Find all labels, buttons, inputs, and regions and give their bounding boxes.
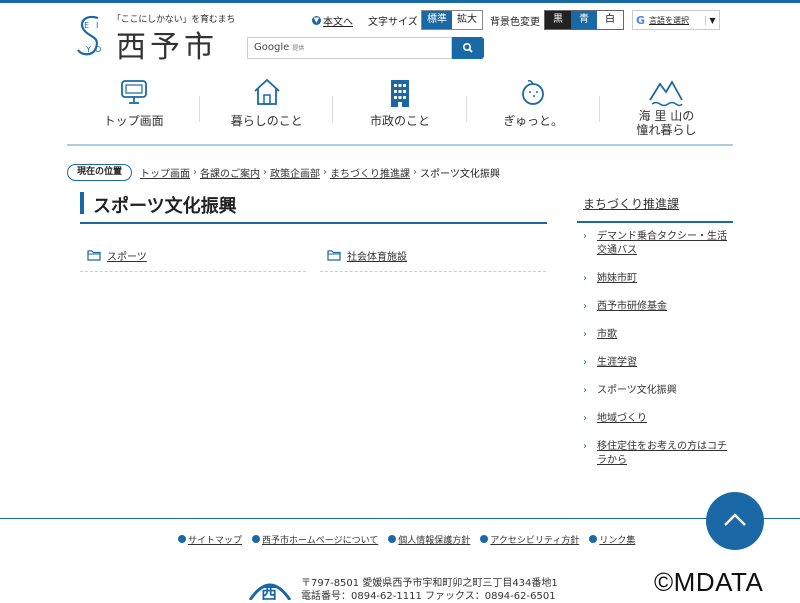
chevron-right-icon: › [583, 329, 587, 340]
sidebar-item-demand-taxi[interactable]: › デマンド乗合タクシー・生活交通バス [583, 230, 733, 258]
global-nav: トップ画面 暮らしのこと 市政のこと ぎゅっと。 海 里 山の 憧れ暮らし [67, 72, 733, 146]
svg-text:E: E [84, 21, 89, 30]
fruit-icon [522, 80, 545, 105]
search-input[interactable]: Google 提供 [247, 37, 452, 59]
site-logo[interactable]: E I Y O 「ここにしかない」を育むまち 西予市 [76, 12, 236, 65]
google-g-icon: G [636, 13, 646, 27]
folder-icon [87, 250, 101, 261]
search-button[interactable] [452, 37, 484, 59]
bg-color-switcher: 黒 青 白 [544, 10, 624, 30]
arrow-right-icon [589, 535, 598, 543]
chevron-down-icon: ▼ [705, 15, 719, 25]
city-name: 西予市 [116, 30, 218, 65]
sidebar-heading[interactable]: まちづくり推進課 [577, 193, 733, 223]
footer-link-accessibility[interactable]: アクセシビリティ方針 [480, 533, 579, 546]
chevron-right-icon: › [583, 301, 587, 312]
svg-text:I: I [96, 21, 98, 30]
svg-text:Y: Y [85, 45, 91, 54]
font-size-label: 文字サイズ [368, 16, 418, 28]
category-link-sports[interactable]: スポーツ [80, 244, 306, 272]
footer-links: サイトマップ 西予市ホームページについて 個人情報保護方針 アクセシビリティ方針… [178, 533, 645, 546]
city-logo-mark: E I Y O [77, 15, 101, 56]
skip-to-content-link[interactable]: ▼ 本文へ [312, 10, 353, 30]
title-accent-bar [80, 192, 84, 214]
font-size-large-button[interactable]: 拡大 [452, 11, 482, 29]
arrow-down-icon: ▼ [312, 15, 321, 25]
page-title-block: スポーツ文化振興 [80, 192, 547, 224]
breadcrumb: 現在の位置 トップ画面 › 各課のご案内 › 政策企画部 › まちづくり推進課 › スポ… [67, 163, 500, 181]
arrow-right-icon [480, 535, 489, 543]
bg-blue-button[interactable]: 青 [571, 11, 597, 29]
sidebar-item-city-song[interactable]: › 市歌 [583, 328, 733, 342]
footer-link-about-site[interactable]: 西予市ホームページについて [252, 533, 378, 546]
breadcrumb-link-departments[interactable]: 各課のご案内 [200, 165, 260, 180]
chevron-right-icon: › [583, 357, 587, 368]
top-accent-bar [0, 0, 800, 3]
footer-city-logo: 西 [248, 583, 292, 600]
bg-color-label: 背景色変更 [490, 16, 540, 28]
breadcrumb-here-label: 現在の位置 [67, 163, 133, 181]
chevron-right-icon: › [583, 385, 587, 396]
bg-white-button[interactable]: 白 [597, 11, 623, 29]
sidebar-item-sister-city[interactable]: › 姉妹市町 [583, 272, 733, 286]
font-size-switcher: 標準 拡大 [421, 10, 483, 30]
sidebar-item-training-fund[interactable]: › 西予市研修基金 [583, 300, 733, 314]
page-top-button[interactable] [706, 492, 764, 550]
chevron-right-icon: › [583, 231, 587, 242]
sidebar-item-lifelong-learning[interactable]: › 生涯学習 [583, 356, 733, 370]
monitor-icon [120, 80, 147, 104]
breadcrumb-link-policy[interactable]: 政策企画部 [270, 165, 320, 180]
footer-phone-line: 電話番号：0894-62-1111 ファックス：0894-62-6501 [301, 591, 556, 602]
nav-item-sea-village-mountain[interactable]: 海 里 山の 憧れ暮らし [600, 72, 733, 144]
chevron-right-icon: › [583, 273, 587, 284]
mountain-icon [649, 80, 684, 107]
chevron-right-icon: › [583, 441, 587, 452]
arrow-right-icon [388, 535, 397, 543]
footer-divider [0, 518, 800, 519]
arrow-right-icon [252, 535, 261, 543]
arrow-right-icon [178, 535, 186, 543]
sidebar-item-community[interactable]: › 地域づくり [583, 412, 733, 426]
building-icon [391, 80, 409, 107]
footer-link-sitemap[interactable]: サイトマップ [178, 533, 242, 546]
footer-address-line: 〒797-8501 愛媛県西予市宇和町卯之町三丁目434番地1 [301, 578, 558, 589]
svg-text:O: O [95, 45, 101, 54]
nav-item-top[interactable]: トップ画面 [67, 72, 201, 144]
folder-icon [327, 250, 341, 261]
breadcrumb-link-top[interactable]: トップ画面 [140, 165, 190, 180]
page-title: スポーツ文化振興 [93, 196, 237, 217]
nav-label-line2: 憧れ暮らし [636, 123, 697, 137]
footer-link-privacy[interactable]: 個人情報保護方針 [388, 533, 470, 546]
nav-item-living[interactable]: 暮らしのこと [200, 72, 334, 144]
site-search: Google 提供 [247, 37, 484, 59]
language-select[interactable]: G 言語を選択 ▼ [632, 10, 720, 30]
sidebar-item-relocation[interactable]: › 移住定住をお考えの方はコチラから [583, 440, 733, 468]
search-icon [462, 43, 473, 53]
sidebar-item-sports-culture: › スポーツ文化振興 [583, 385, 677, 396]
watermark: ©MDATA [654, 567, 764, 597]
breadcrumb-link-town-dev[interactable]: まちづくり推進課 [330, 165, 410, 180]
bg-black-button[interactable]: 黒 [545, 11, 571, 29]
svg-text:西: 西 [261, 584, 277, 600]
nav-item-gyutto[interactable]: ぎゅっと。 [467, 72, 601, 144]
category-link-sports-facilities[interactable]: 社会体育施設 [320, 244, 546, 272]
font-size-standard-button[interactable]: 標準 [422, 11, 452, 29]
chevron-right-icon: › [583, 413, 587, 424]
nav-item-city-government[interactable]: 市政のこと [333, 72, 467, 144]
nav-label-line1: 海 里 山の [638, 109, 695, 123]
house-icon [254, 78, 280, 105]
chevron-up-icon [724, 513, 746, 526]
breadcrumb-current: スポーツ文化振興 [420, 168, 500, 180]
footer-link-links[interactable]: リンク集 [589, 533, 635, 546]
footer-address: 〒797-8501 愛媛県西予市宇和町卯之町三丁目434番地1 電話番号：089… [301, 577, 558, 603]
